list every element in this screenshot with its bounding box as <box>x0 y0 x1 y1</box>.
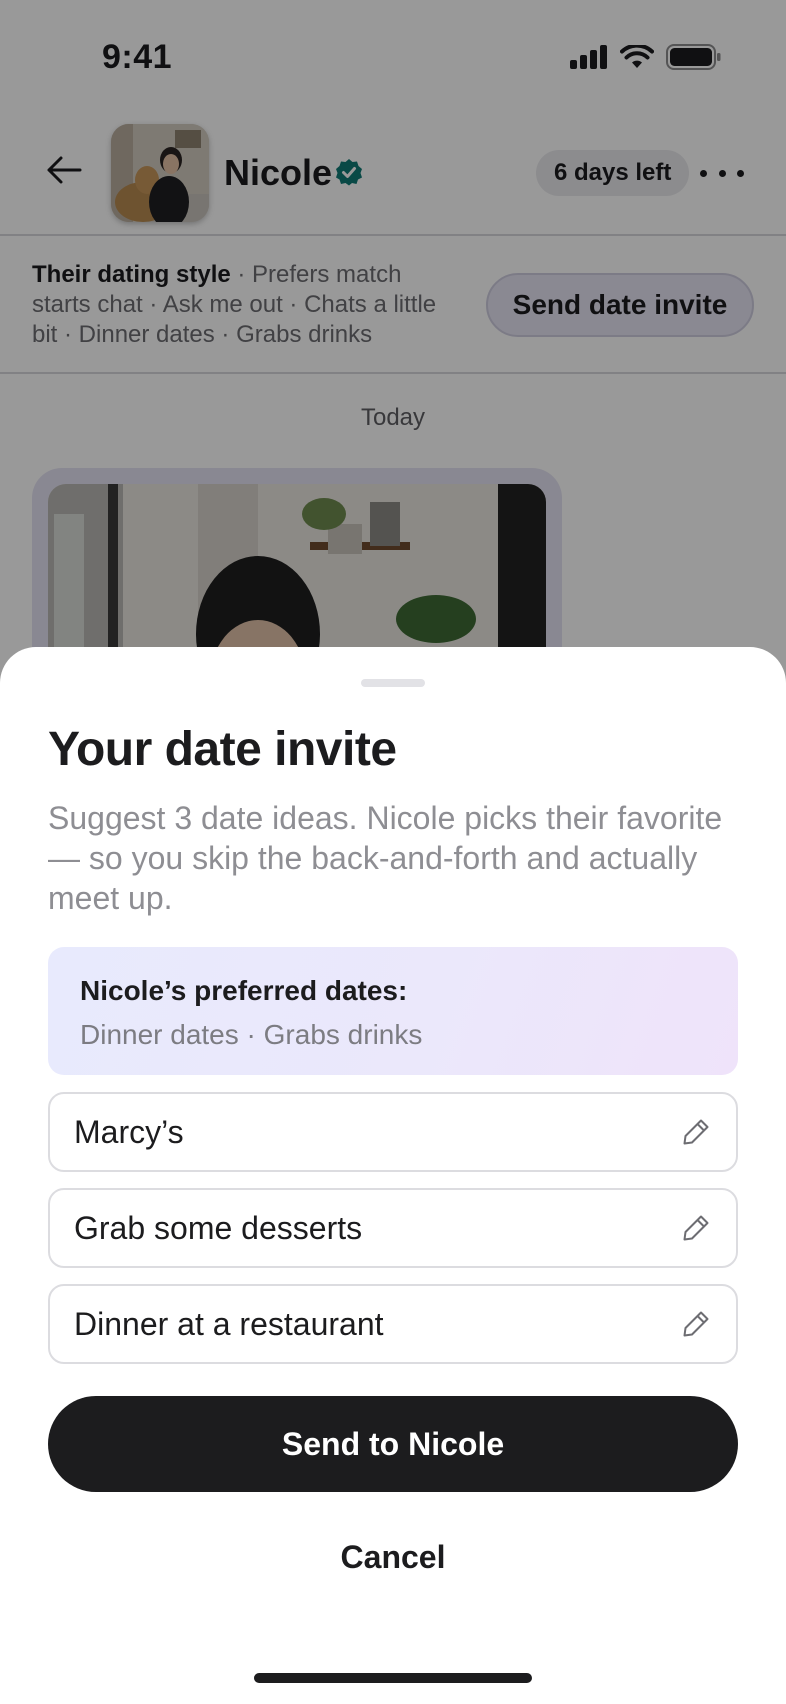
home-indicator[interactable] <box>254 1673 532 1683</box>
date-idea-text: Dinner at a restaurant <box>74 1306 384 1342</box>
date-idea-field-2[interactable]: Grab some desserts <box>48 1188 738 1268</box>
preferred-dates-title: Nicole’s preferred dates: <box>80 975 408 1006</box>
edit-idea-button[interactable] <box>678 1306 714 1342</box>
preferred-dates-card: Nicole’s preferred dates: Dinner dates ·… <box>48 947 738 1075</box>
sheet-description: Suggest 3 date ideas. Nicole picks their… <box>48 800 723 916</box>
pencil-icon <box>683 1215 709 1241</box>
cancel-button[interactable]: Cancel <box>293 1527 493 1587</box>
date-idea-field-3[interactable]: Dinner at a restaurant <box>48 1284 738 1364</box>
sheet-title: Your date invite <box>48 723 397 776</box>
pencil-icon <box>683 1311 709 1337</box>
date-invite-sheet: Your date invite Suggest 3 date ideas. N… <box>0 647 786 1704</box>
edit-idea-button[interactable] <box>678 1114 714 1150</box>
edit-idea-button[interactable] <box>678 1210 714 1246</box>
date-idea-field-1[interactable]: Marcy’s <box>48 1092 738 1172</box>
date-idea-text: Grab some desserts <box>74 1210 363 1246</box>
sheet-grabber[interactable] <box>361 679 425 687</box>
send-to-nicole-button[interactable]: Send to Nicole <box>48 1396 738 1492</box>
date-idea-text: Marcy’s <box>74 1114 184 1150</box>
preferred-dates-values: Dinner dates · Grabs drinks <box>80 1019 423 1050</box>
pencil-icon <box>683 1119 709 1145</box>
